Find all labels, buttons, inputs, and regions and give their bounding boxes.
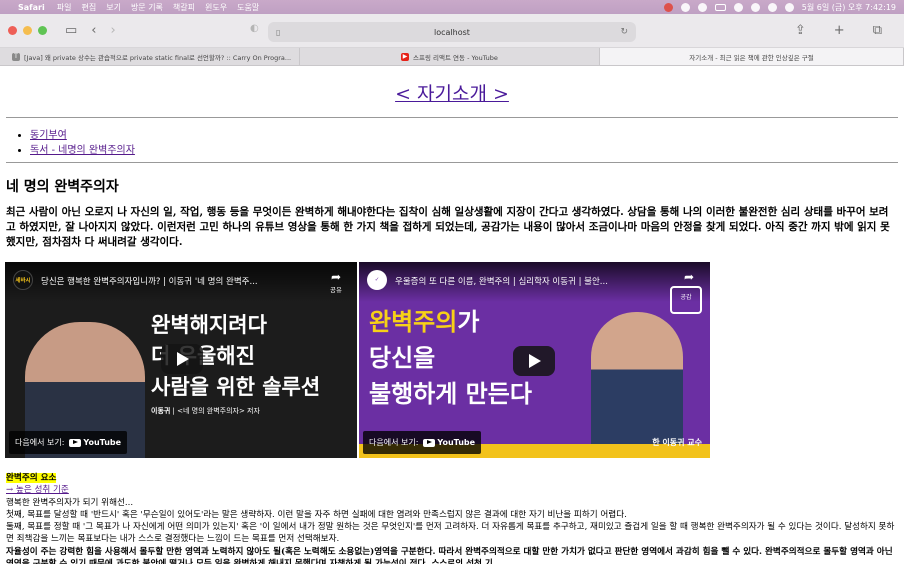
sidebar-toggle-icon[interactable]: ▭	[65, 24, 77, 37]
menu-item-bookmarks[interactable]: 책갈피	[173, 2, 195, 13]
share-button[interactable]: ➦ 공유	[323, 270, 349, 294]
menu-item-file[interactable]: 파일	[57, 2, 72, 13]
new-tab-icon[interactable]: +	[834, 24, 845, 37]
nav-link-reading[interactable]: 독서 - 네명의 완벽주의자	[30, 145, 135, 156]
share-icon: ➦	[683, 270, 695, 284]
tistory-favicon-icon: T	[12, 52, 20, 61]
menu-item-window[interactable]: 윈도우	[205, 2, 227, 13]
tab-active[interactable]: 자기소개 - 최근 읽은 책에 관한 인상깊은 구절	[600, 48, 904, 65]
content-paragraph-bold: 자율성이 주는 강력한 힘을 사용해서 몰두할 만한 영역과 노력하지 않아도 …	[6, 546, 893, 564]
intro-paragraph: 최근 사람이 아닌 오로지 나 자신의 일, 작업, 행동 등을 무엇이든 완벽…	[6, 206, 890, 248]
play-button[interactable]	[513, 346, 555, 376]
siri-icon[interactable]	[784, 2, 794, 12]
channel-avatar[interactable]: 세바시	[13, 270, 33, 290]
tab-label: [Java] 왜 private 상수는 관습적으로 private stati…	[24, 53, 292, 62]
thumbnail-text: 완벽주의가 당신을 불행하게 만든다	[369, 308, 532, 408]
record-icon[interactable]	[663, 2, 673, 12]
checkbox-badge: 공감	[670, 286, 702, 314]
menu-item-history[interactable]: 방문 기록	[131, 2, 163, 13]
content-line: 행복한 완벽주의자가 되기 위해선...	[6, 497, 134, 508]
share-icon[interactable]: ⇪	[795, 24, 806, 37]
youtube-embed-1[interactable]: 완벽해지려다 더 우울해진 사람을 위한 솔루션 이동귀 | <네 명의 완벽주…	[5, 262, 357, 458]
divider	[6, 162, 898, 163]
content-section: 완벽주의 요소 → 높은 성취 기준 행복한 완벽주의자가 되기 위해선... …	[6, 472, 898, 564]
nav-item: 독서 - 네명의 완벽주의자	[30, 141, 135, 156]
control-center-icon[interactable]	[767, 2, 777, 12]
forward-icon[interactable]: ›	[111, 24, 116, 37]
content-line: 첫째, 목표를 달성할 때 '반드시' 혹은 '무슨일이 있어도'라는 말은 생…	[6, 509, 627, 520]
menu-bar: Safari 파일 편집 보기 방문 기록 책갈피 윈도우 도움말 5월 6일 …	[0, 0, 904, 14]
search-icon[interactable]	[733, 2, 743, 12]
tab-label: 스프링 리액트 연동 - YouTube	[413, 53, 498, 62]
tab-java[interactable]: T [Java] 왜 private 상수는 관습적으로 private sta…	[0, 48, 300, 65]
status-icon[interactable]	[680, 2, 690, 12]
address-bar[interactable]: ▯ localhost ↻	[268, 22, 636, 42]
tab-overview-icon[interactable]: ⧉	[873, 24, 882, 37]
video-title[interactable]: 우울증의 또 다른 이름, 완벽주의 | 심리학자 이동귀 | 불안...	[395, 275, 670, 287]
youtube-favicon-icon: ▶	[401, 52, 410, 61]
video-header: 세바시 당신은 행복한 완벽주의자입니까? | 이동귀 '네 명의 완벽주...…	[5, 262, 357, 302]
watch-on-youtube-button[interactable]: 다음에서 보기: YouTube	[9, 431, 128, 454]
share-button[interactable]: ➦	[676, 270, 702, 284]
tab-bar: T [Java] 왜 private 상수는 관습적으로 private sta…	[0, 48, 904, 66]
battery-icon[interactable]	[714, 3, 726, 11]
tab-label: 자기소개 - 최근 읽은 책에 관한 인상깊은 구절	[689, 53, 814, 62]
share-icon: ➦	[330, 270, 342, 284]
page-title-link[interactable]: < 자기소개 >	[395, 83, 509, 105]
wifi-icon[interactable]	[750, 2, 760, 12]
browser-toolbar: ▭ ‹ › ◐ ▯ localhost ↻ ⇪ + ⧉	[0, 14, 904, 48]
watch-on-youtube-button[interactable]: 다음에서 보기: YouTube	[363, 431, 482, 454]
youtube-logo-icon	[423, 438, 436, 447]
youtube-embed-2[interactable]: 완벽주의가 당신을 불행하게 만든다 한 이동귀 교수 ✓ 우울증의 또 다른 …	[359, 262, 710, 458]
bluetooth-icon[interactable]	[697, 2, 707, 12]
address-url: localhost	[434, 27, 470, 37]
video-title[interactable]: 당신은 행복한 완벽주의자입니까? | 이동귀 '네 명의 완벽주...	[41, 275, 317, 287]
reload-icon[interactable]: ↻	[620, 27, 628, 37]
zoom-window-button[interactable]	[38, 26, 47, 35]
menu-item-edit[interactable]: 편집	[81, 2, 96, 13]
criteria-link[interactable]: → 높은 성취 기준	[6, 485, 69, 495]
youtube-logo-icon	[69, 438, 82, 447]
privacy-shield-icon[interactable]: ◐	[250, 24, 259, 34]
back-icon[interactable]: ‹	[91, 24, 96, 37]
channel-avatar[interactable]: ✓	[367, 270, 387, 290]
nav-list: 동기부여 독서 - 네명의 완벽주의자	[30, 126, 135, 156]
thumbnail-caption: 한 이동귀 교수	[652, 438, 702, 447]
minimize-window-button[interactable]	[23, 26, 32, 35]
highlighted-heading: 완벽주의 요소	[6, 473, 57, 483]
video-header: ✓ 우울증의 또 다른 이름, 완벽주의 | 심리학자 이동귀 | 불안... …	[359, 262, 710, 302]
page-title: < 자기소개 >	[0, 79, 904, 106]
thumbnail-caption: 이동귀 | <네 명의 완벽주의자> 저자	[151, 407, 260, 415]
close-window-button[interactable]	[8, 26, 17, 35]
nav-item: 동기부여	[30, 126, 135, 141]
divider	[6, 117, 898, 118]
menu-item-help[interactable]: 도움말	[237, 2, 259, 13]
menu-app-name[interactable]: Safari	[18, 3, 45, 12]
menu-item-view[interactable]: 보기	[106, 2, 121, 13]
web-page: < 자기소개 > 동기부여 독서 - 네명의 완벽주의자 네 명의 완벽주의자 …	[0, 66, 904, 564]
nav-link-motivation[interactable]: 동기부여	[30, 130, 67, 141]
play-button[interactable]	[161, 344, 203, 374]
menu-clock[interactable]: 5월 6일 (금) 오후 7:42:19	[802, 2, 896, 13]
tab-youtube[interactable]: ▶ 스프링 리액트 연동 - YouTube	[300, 48, 600, 65]
content-paragraph: 둘째, 목표를 정할 때 '그 목표가 나 자신에게 어떤 의미가 있는지' 혹…	[6, 522, 895, 545]
section-heading: 네 명의 완벽주의자	[6, 179, 119, 195]
page-icon: ▯	[276, 27, 281, 37]
